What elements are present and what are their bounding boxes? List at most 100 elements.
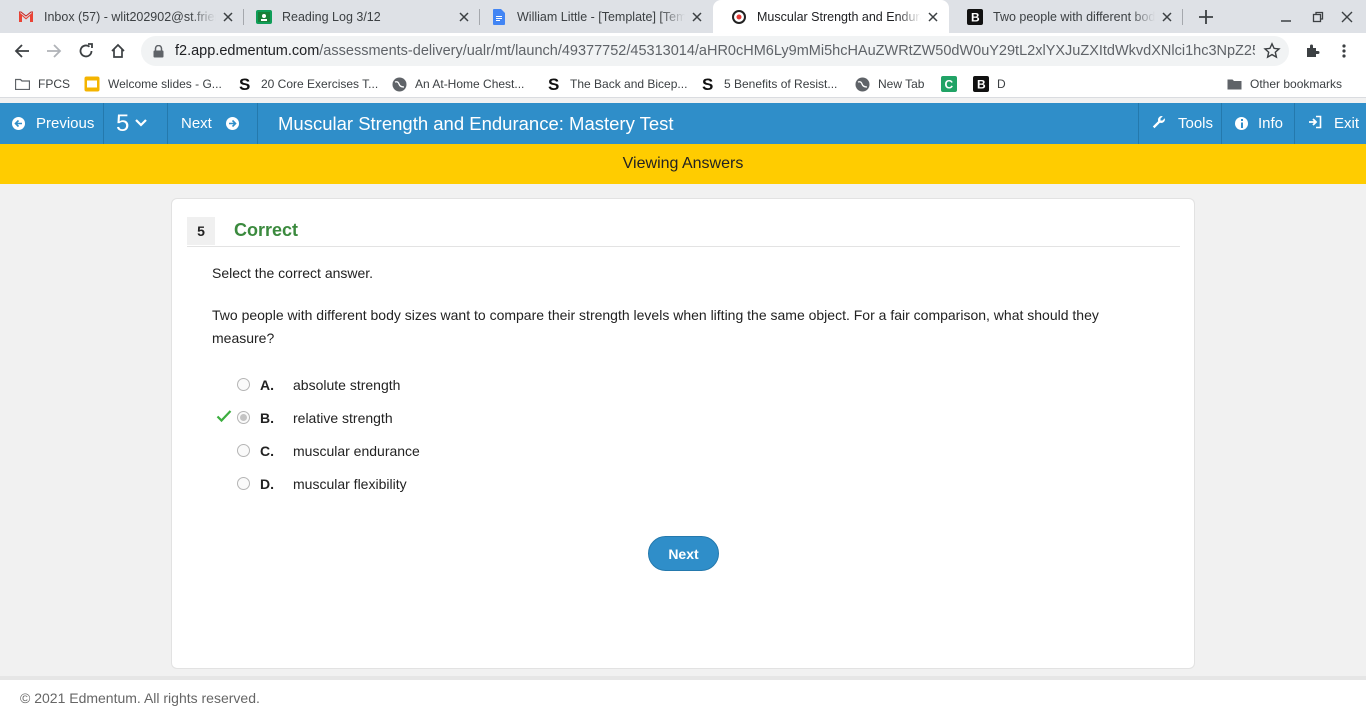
exit-button[interactable]: Exit — [1294, 103, 1366, 144]
answer-option-a[interactable]: A. absolute strength — [212, 374, 612, 396]
bookmark-fpcs[interactable]: FPCS — [14, 75, 70, 93]
radio-button[interactable] — [237, 477, 250, 490]
restore-icon[interactable] — [1309, 8, 1327, 26]
bookmark-label: 5 Benefits of Resist... — [724, 77, 838, 91]
bookmark-label: FPCS — [38, 77, 71, 91]
bookmark-green-c[interactable]: C — [941, 75, 965, 93]
info-icon — [1235, 117, 1248, 130]
radio-button[interactable] — [237, 444, 250, 457]
extensions-icon[interactable] — [1300, 39, 1324, 63]
radio-button[interactable] — [237, 378, 250, 391]
forward-icon[interactable] — [42, 39, 66, 63]
arrow-left-icon — [12, 117, 25, 130]
answer-option-c[interactable]: C. muscular endurance — [212, 440, 612, 462]
question-number: 5 — [187, 217, 215, 245]
address-bar[interactable]: f2.app.edmentum.com/assessments-delivery… — [141, 36, 1289, 66]
browser-tab-docs[interactable]: William Little - [Template] [Temp — [473, 0, 713, 33]
copyright-text: © 2021 Edmentum. All rights reserved. — [20, 690, 260, 706]
close-window-icon[interactable] — [1338, 8, 1356, 26]
svg-text:S: S — [548, 76, 559, 92]
close-tab-icon[interactable] — [220, 9, 236, 25]
slides-icon — [84, 76, 100, 92]
browser-toolbar: f2.app.edmentum.com/assessments-delivery… — [0, 33, 1366, 70]
back-icon[interactable] — [10, 39, 34, 63]
lock-icon — [153, 44, 167, 58]
close-tab-icon[interactable] — [689, 9, 705, 25]
bookmark-chest[interactable]: An At-Home Chest... — [391, 75, 524, 93]
next-header-button[interactable]: Next — [168, 103, 258, 144]
bookmark-label: An At-Home Chest... — [415, 77, 525, 91]
answer-option-b[interactable]: B. relative strength — [212, 407, 612, 429]
bookmark-label: D — [997, 77, 1006, 91]
tab-title: Muscular Strength and Endurance — [757, 9, 921, 24]
next-label: Next — [181, 115, 212, 132]
assessment-header: Previous 5 Next Muscular Strength and En… — [0, 103, 1366, 144]
menu-icon[interactable] — [1332, 39, 1356, 63]
new-tab-icon[interactable] — [1195, 6, 1217, 28]
previous-button[interactable]: Previous — [0, 103, 104, 144]
bookmark-label: Other bookmarks — [1250, 77, 1343, 91]
folder-icon — [1226, 76, 1242, 92]
url-host: f2.app.edmentum.com — [175, 43, 320, 59]
exit-label: Exit — [1334, 115, 1360, 132]
close-tab-icon[interactable] — [1159, 9, 1175, 25]
brainly-icon: B — [967, 8, 983, 25]
info-label: Info — [1258, 115, 1284, 132]
green-c-icon: C — [941, 76, 957, 92]
close-tab-icon[interactable] — [456, 9, 472, 25]
wrench-icon — [1152, 115, 1166, 133]
bookmark-welcome-slides[interactable]: Welcome slides - G... — [84, 75, 222, 93]
svg-text:B: B — [971, 10, 980, 24]
docs-icon — [491, 8, 507, 25]
tab-title: Two people with different body — [993, 9, 1155, 24]
browser-tab-strip: Inbox (57) - wlit202902@st.frien Reading… — [0, 0, 1366, 33]
option-text: muscular endurance — [293, 443, 420, 459]
reload-icon[interactable] — [74, 39, 98, 63]
browser-tab-reading-log[interactable]: Reading Log 3/12 — [238, 0, 480, 33]
viewing-answers-banner: Viewing Answers — [0, 144, 1366, 184]
minimize-icon[interactable] — [1277, 8, 1295, 26]
gmail-icon — [18, 9, 34, 25]
globe-icon — [854, 76, 870, 92]
home-icon[interactable] — [106, 39, 130, 63]
bookmark-back-bicep[interactable]: S The Back and Bicep... — [546, 75, 687, 93]
footer: © 2021 Edmentum. All rights reserved. — [0, 676, 1366, 720]
bookmark-core-exercises[interactable]: S 20 Core Exercises T... — [237, 75, 378, 93]
browser-tab-brainly[interactable]: B Two people with different body — [949, 0, 1183, 33]
bookmark-label: 20 Core Exercises T... — [261, 77, 379, 91]
close-tab-icon[interactable] — [925, 9, 941, 25]
svg-text:C: C — [945, 78, 954, 92]
question-instruction: Select the correct answer. — [212, 265, 374, 281]
bookmark-label: The Back and Bicep... — [570, 77, 688, 91]
answer-option-d[interactable]: D. muscular flexibility — [212, 473, 612, 495]
url-text: f2.app.edmentum.com/assessments-delivery… — [175, 43, 1255, 59]
browser-tab-edmentum[interactable]: Muscular Strength and Endurance — [713, 0, 949, 33]
bookmark-label: New Tab — [878, 77, 925, 91]
s-logo-icon: S — [546, 76, 562, 92]
bookmark-new-tab[interactable]: New Tab — [854, 75, 924, 93]
classroom-icon — [256, 9, 272, 25]
question-selector-number: 5 — [116, 109, 130, 137]
next-button[interactable]: Next — [648, 536, 719, 571]
option-text: relative strength — [293, 410, 393, 426]
tab-title: Inbox (57) - wlit202902@st.frien — [44, 9, 216, 24]
option-letter: D. — [260, 476, 274, 492]
other-bookmarks[interactable]: Other bookmarks — [1226, 75, 1342, 93]
browser-tab-gmail[interactable]: Inbox (57) - wlit202902@st.frien — [0, 0, 244, 33]
info-button[interactable]: Info — [1221, 103, 1294, 144]
tools-button[interactable]: Tools — [1138, 103, 1221, 144]
question-card: 5 Correct Select the correct answer. Two… — [171, 198, 1195, 669]
globe-icon — [391, 76, 407, 92]
s-logo-icon: S — [700, 76, 716, 92]
answer-status: Correct — [234, 220, 299, 240]
question-selector[interactable]: 5 — [104, 103, 168, 144]
bookmark-d[interactable]: B D — [973, 75, 1006, 93]
option-text: muscular flexibility — [293, 476, 407, 492]
bookmark-star-icon[interactable] — [1263, 42, 1281, 60]
option-letter: C. — [260, 443, 274, 459]
assessment-title: Muscular Strength and Endurance: Mastery… — [278, 112, 674, 134]
bookmark-resistance[interactable]: S 5 Benefits of Resist... — [700, 75, 837, 93]
option-text: absolute strength — [293, 377, 401, 393]
radio-button-selected[interactable] — [237, 411, 250, 424]
bookmarks-bar: FPCS Welcome slides - G... S 20 Core Exe… — [0, 70, 1366, 98]
